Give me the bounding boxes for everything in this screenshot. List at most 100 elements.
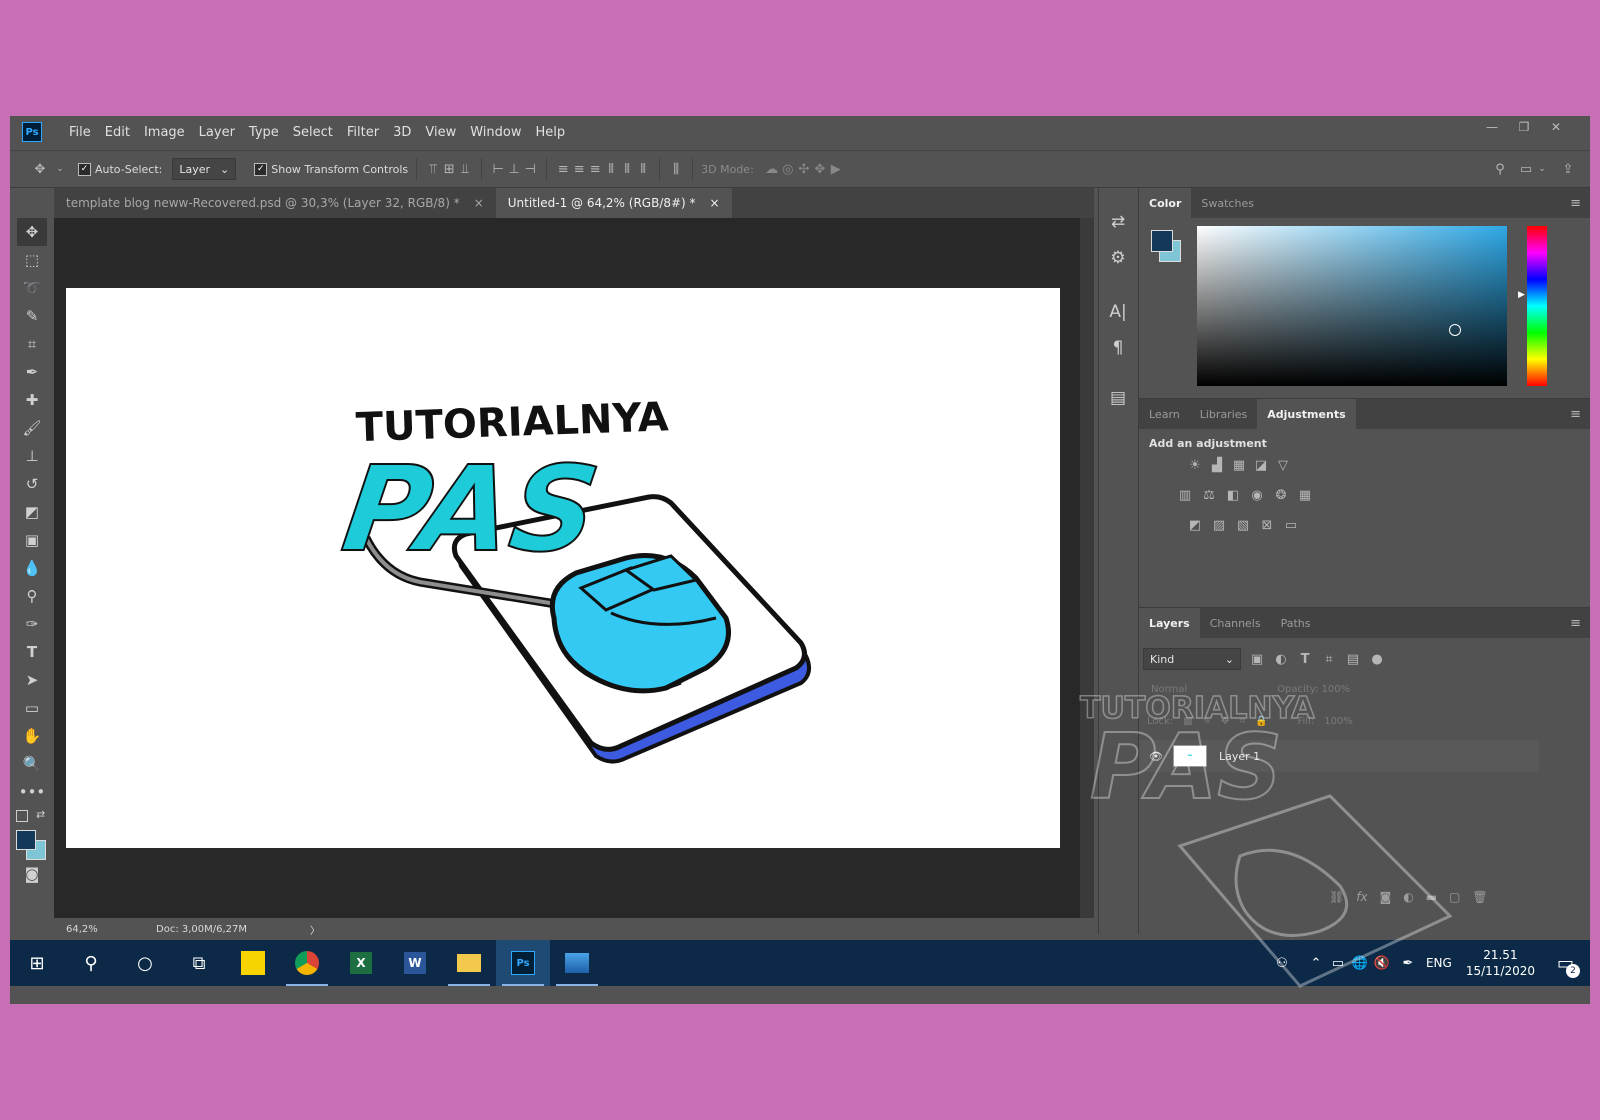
close-icon[interactable]: × [474,196,484,210]
pan-3d-icon[interactable]: ✣ [796,161,812,177]
clock[interactable]: 21.51 15/11/2020 [1466,947,1535,979]
gradient-map-icon[interactable]: ▭ [1283,517,1299,533]
blend-mode-dropdown[interactable]: Normal [1151,684,1187,695]
auto-select-checkbox[interactable]: ✓ Auto-Select: [78,162,162,176]
curves-icon[interactable]: ▦ [1231,457,1247,473]
filter-toggle-icon[interactable]: ● [1369,651,1385,667]
tab-template-blog[interactable]: template blog neww-Recovered.psd @ 30,3%… [54,188,496,218]
menu-view[interactable]: View [418,125,463,140]
menu-file[interactable]: File [62,125,98,140]
canvas-vertical-scrollbar[interactable] [1080,218,1094,918]
document-canvas[interactable]: TUTORIALNYA PAS [66,288,1060,848]
pen-workspace-icon[interactable]: ✒ [1400,955,1416,971]
battery-icon[interactable]: ▭ [1330,955,1346,971]
delete-layer-icon[interactable]: 🗑 [1472,890,1487,904]
zoom-level[interactable]: 64,2% [66,924,106,935]
menu-help[interactable]: Help [529,125,573,140]
workspace-icon[interactable]: ▭ [1518,161,1534,177]
auto-align-icon[interactable]: ⫼ [668,161,684,177]
distribute-vcenter-icon[interactable]: ≡ [571,161,587,177]
libraries-panel-icon[interactable]: ▤ [1103,384,1133,412]
layer-name[interactable]: Layer 1 [1219,750,1260,763]
language-indicator[interactable]: ENG [1426,956,1452,970]
more-tools-icon[interactable]: ••• [17,778,47,806]
slide-3d-icon[interactable]: ✥ [812,161,828,177]
color-field[interactable] [1197,226,1507,386]
channel-mixer-icon[interactable]: ❂ [1273,487,1289,503]
tab-color[interactable]: Color [1139,188,1192,218]
path-select-tool-icon[interactable]: ➤ [17,666,47,694]
notifications-button[interactable]: ▭ 2 [1557,953,1580,978]
layer-row[interactable]: 👁 ⌁ Layer 1 [1139,740,1539,772]
new-group-icon[interactable]: ▬ [1426,890,1437,904]
add-mask-icon[interactable]: ◙ [1380,890,1392,904]
crop-tool-icon[interactable]: ⌗ [17,330,47,358]
threshold-icon[interactable]: ▧ [1235,517,1251,533]
eyedropper-tool-icon[interactable]: ✒ [17,358,47,386]
opacity-value[interactable]: 100% [1321,684,1350,695]
color-picker-ring[interactable] [1449,324,1461,336]
posterize-icon[interactable]: ▨ [1211,517,1227,533]
hand-tool-icon[interactable]: ✋ [17,722,47,750]
lasso-tool-icon[interactable]: ➰ [17,274,47,302]
status-menu-arrow[interactable]: 〉 [310,922,320,937]
canvas-workspace[interactable]: TUTORIALNYA PAS [54,218,1080,918]
dodge-tool-icon[interactable]: ⚲ [17,582,47,610]
move-tool-preset[interactable]: ✥ ⌄ [32,161,68,177]
roll-3d-icon[interactable]: ◎ [780,161,796,177]
scale-3d-icon[interactable]: ▶ [828,161,844,177]
quick-select-tool-icon[interactable]: ✎ [17,302,47,330]
minimize-button[interactable]: — [1476,116,1508,138]
black-white-icon[interactable]: ◧ [1225,487,1241,503]
color-swatches[interactable]: ⇄ [10,808,54,860]
tab-untitled-1[interactable]: Untitled-1 @ 64,2% (RGB/8#) * × [495,188,732,218]
share-icon[interactable]: ⇪ [1560,161,1576,177]
properties-panel-icon[interactable]: ⚙ [1103,244,1133,272]
zoom-tool-icon[interactable]: 🔍 [17,750,47,778]
filter-shape-icon[interactable]: ⌗ [1321,651,1337,667]
tab-learn[interactable]: Learn [1139,399,1190,429]
exposure-icon[interactable]: ◪ [1253,457,1269,473]
network-icon[interactable]: 🌐 [1352,955,1368,971]
taskbar-photos[interactable] [550,940,604,986]
align-left-icon[interactable]: ⊢ [490,161,506,177]
auto-select-dropdown[interactable]: Layer ⌄ [172,158,237,180]
lock-transparency-icon[interactable]: ▩ [1183,716,1192,727]
align-vcenter-icon[interactable]: ⊞ [441,161,457,177]
selective-color-icon[interactable]: ⊠ [1259,517,1275,533]
hue-slider[interactable] [1527,226,1547,386]
align-right-icon[interactable]: ⊣ [522,161,538,177]
vibrance-icon[interactable]: ▽ [1275,457,1291,473]
taskbar-excel[interactable]: X [334,940,388,986]
eraser-tool-icon[interactable]: ◩ [17,498,47,526]
show-transform-checkbox[interactable]: ✓ Show Transform Controls [254,162,408,176]
rectangle-tool-icon[interactable]: ▭ [17,694,47,722]
blur-tool-icon[interactable]: 💧 [17,554,47,582]
color-lookup-icon[interactable]: ▦ [1297,487,1313,503]
filter-pixel-icon[interactable]: ▣ [1249,651,1265,667]
taskbar-sticky-notes[interactable] [226,940,280,986]
menu-3d[interactable]: 3D [386,125,418,140]
hue-saturation-icon[interactable]: ▥ [1177,487,1193,503]
align-bottom-icon[interactable]: ⫫ [457,161,473,177]
align-top-icon[interactable]: ⫪ [425,161,441,177]
cortana-button[interactable]: ○ [118,940,172,986]
menu-type[interactable]: Type [242,125,286,140]
swap-colors-icon[interactable]: ⇄ [36,808,45,821]
taskbar-photoshop[interactable]: Ps [496,940,550,986]
taskbar-word[interactable]: W [388,940,442,986]
layer-style-icon[interactable]: fx [1356,890,1367,904]
history-brush-tool-icon[interactable]: ↺ [17,470,47,498]
marquee-tool-icon[interactable]: ⬚ [17,246,47,274]
close-icon[interactable]: × [710,196,720,210]
menu-layer[interactable]: Layer [192,125,242,140]
filter-smart-object-icon[interactable]: ▤ [1345,651,1361,667]
lock-pixels-icon[interactable]: ✎ [1203,716,1211,727]
brush-tool-icon[interactable]: 🖌 [17,414,47,442]
menu-filter[interactable]: Filter [340,125,386,140]
invert-icon[interactable]: ◩ [1187,517,1203,533]
foreground-color-swatch[interactable] [1151,230,1173,252]
foreground-color-swatch[interactable] [16,830,36,850]
tab-swatches[interactable]: Swatches [1191,188,1264,218]
close-button[interactable]: ✕ [1540,116,1572,138]
